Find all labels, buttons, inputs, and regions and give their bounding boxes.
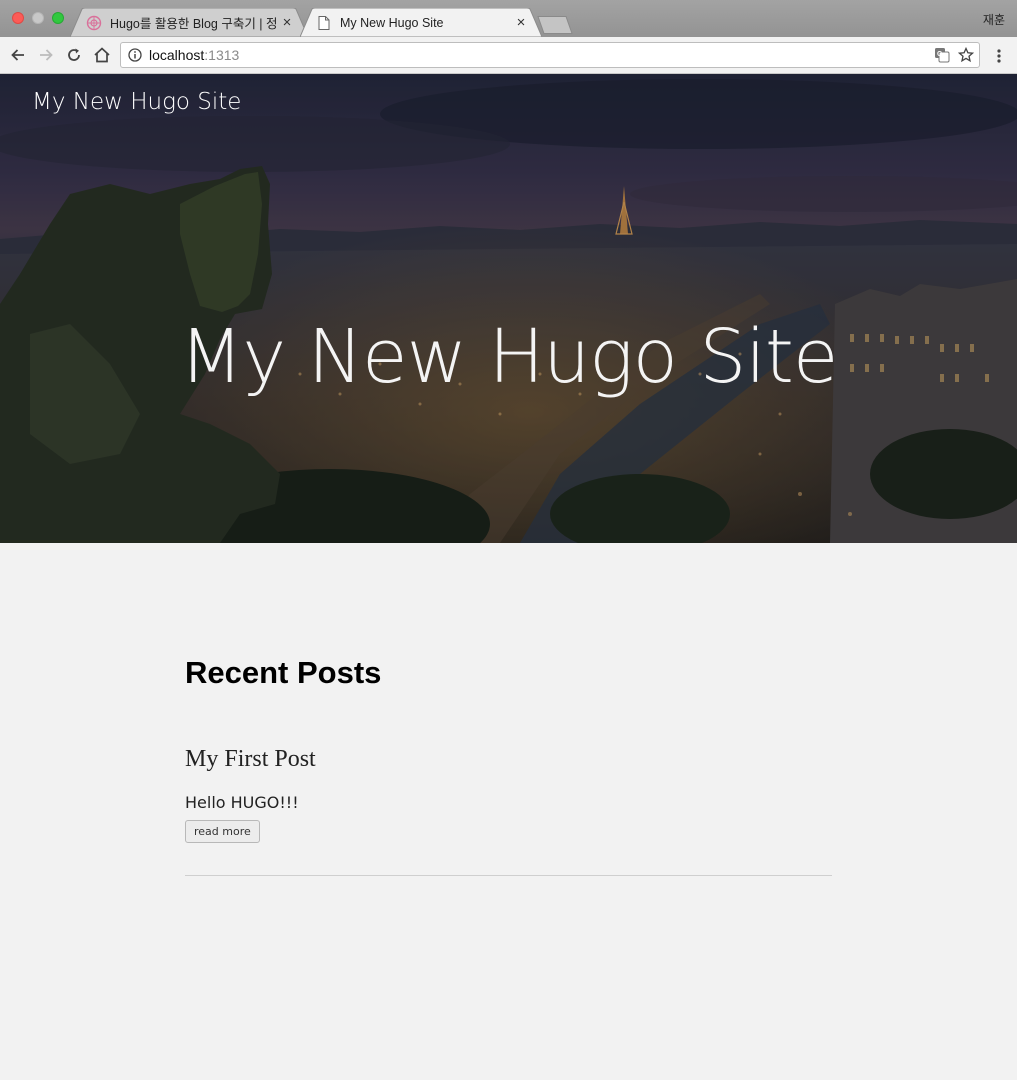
close-window-button[interactable] xyxy=(12,12,24,24)
address-bar[interactable]: localhost:1313 G xyxy=(120,42,980,68)
page-document-icon xyxy=(316,15,332,31)
post-summary: Hello HUGO!!! xyxy=(185,793,299,812)
browser-titlebar: Hugo를 활용한 Blog 구축기 | 정재 × My New Hugo Si… xyxy=(0,0,1017,37)
browser-tab-hugo-blog[interactable]: Hugo를 활용한 Blog 구축기 | 정재 × xyxy=(70,8,308,37)
browser-toolbar: localhost:1313 G xyxy=(0,37,1017,74)
read-more-button[interactable]: read more xyxy=(185,820,260,843)
bookmark-star-icon[interactable] xyxy=(957,46,975,64)
hero-title-text: My New Hugo Site xyxy=(179,314,839,400)
svg-text:G: G xyxy=(937,51,943,58)
main-content: Recent Posts My First Post Hello HUGO!!!… xyxy=(185,655,832,876)
translate-icon[interactable]: G xyxy=(933,46,951,64)
hero-title: My New Hugo Site xyxy=(0,314,1017,400)
browser-menu-icon[interactable] xyxy=(989,45,1009,67)
maximize-window-button[interactable] xyxy=(52,12,64,24)
url-port: :1313 xyxy=(204,47,240,63)
profile-name[interactable]: 재훈 xyxy=(983,11,1005,28)
hero-banner: My New Hugo Site My New Hugo Site xyxy=(0,74,1017,543)
tab-title: Hugo를 활용한 Blog 구축기 | 정재 xyxy=(110,17,276,31)
post-divider xyxy=(185,875,832,876)
paris-cityscape-background-image xyxy=(0,74,1017,543)
post-preview: My First Post Hello HUGO!!! read more xyxy=(185,746,832,843)
back-arrow-icon[interactable] xyxy=(6,43,30,67)
close-tab-icon[interactable]: × xyxy=(280,15,294,30)
reload-icon[interactable] xyxy=(62,43,86,67)
site-info-icon[interactable] xyxy=(127,47,143,63)
forward-arrow-icon[interactable] xyxy=(34,43,58,67)
url-host: localhost xyxy=(149,47,205,63)
minimize-window-button[interactable] xyxy=(32,12,44,24)
browser-tab-my-new-hugo-site[interactable]: My New Hugo Site × xyxy=(300,8,542,37)
hugo-favicon-icon xyxy=(86,15,102,31)
close-tab-icon[interactable]: × xyxy=(514,15,528,30)
new-tab-button[interactable] xyxy=(536,16,574,34)
site-brand-link[interactable]: My New Hugo Site xyxy=(32,89,241,115)
tab-title: My New Hugo Site xyxy=(340,15,444,30)
recent-posts-heading: Recent Posts xyxy=(185,655,382,690)
post-title-link[interactable]: My First Post xyxy=(185,746,832,773)
home-icon[interactable] xyxy=(90,43,114,67)
url-text[interactable]: localhost:1313 xyxy=(149,47,239,63)
